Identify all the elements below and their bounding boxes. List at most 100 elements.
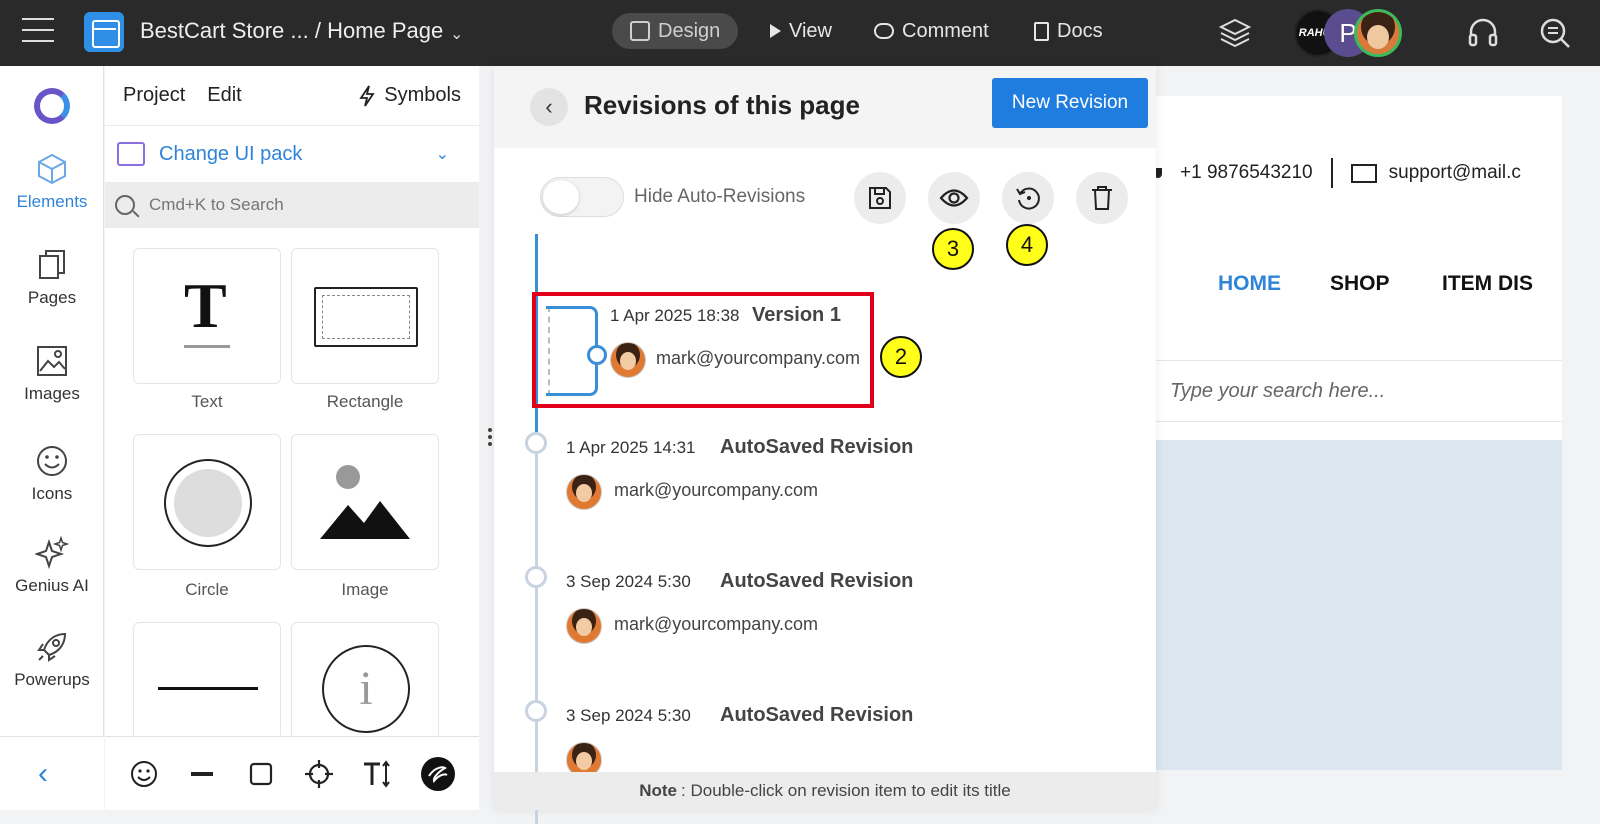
layers-icon[interactable]: [1218, 16, 1252, 50]
brand-logo-icon: [34, 88, 70, 124]
headset-icon[interactable]: [1466, 16, 1500, 50]
element-tile-text[interactable]: T: [133, 248, 281, 384]
text-tool-icon[interactable]: [361, 758, 393, 790]
element-tile-line[interactable]: [133, 622, 281, 740]
nav-shop[interactable]: SHOP: [1330, 272, 1390, 296]
element-tile-image[interactable]: [291, 434, 439, 570]
cube-icon: [38, 153, 66, 185]
rail-collapse: ‹: [0, 736, 104, 810]
nav-item-dis[interactable]: ITEM DIS: [1442, 272, 1533, 296]
tab-view[interactable]: View: [752, 13, 850, 49]
left-rail: Elements Pages Images Icons Genius AI Po…: [0, 66, 104, 810]
panel-resize-handle[interactable]: [488, 428, 493, 450]
element-tile-info[interactable]: i: [291, 622, 439, 740]
tab-view-label: View: [789, 19, 832, 42]
line-tool-icon[interactable]: [186, 758, 218, 790]
restore-icon: [1016, 187, 1040, 210]
trash-icon: [1092, 186, 1112, 210]
rectangle-tool-icon[interactable]: [245, 758, 277, 790]
rail-item-label: Images: [24, 384, 80, 403]
rail-item-genius-ai[interactable]: Genius AI: [0, 536, 104, 596]
ui-pack-icon: [117, 142, 145, 166]
collapse-chevron-icon[interactable]: ‹: [38, 757, 48, 791]
app-logo-icon[interactable]: [84, 12, 124, 52]
document-icon: [1034, 21, 1049, 41]
element-search: [105, 182, 479, 228]
note-text: : Double-click on revision item to edit …: [681, 781, 1011, 800]
new-revision-button[interactable]: New Revision: [992, 78, 1148, 128]
hide-auto-revisions-label: Hide Auto-Revisions: [634, 186, 806, 207]
tool-bar: [105, 736, 479, 810]
back-button[interactable]: ‹: [530, 88, 568, 126]
menu-project[interactable]: Project: [123, 84, 185, 107]
save-revision-button[interactable]: [854, 172, 906, 224]
info-glyph: i: [359, 662, 373, 715]
search-menu-icon[interactable]: [1538, 16, 1572, 50]
circle-shape-icon: [164, 459, 252, 547]
design-icon: [630, 21, 650, 41]
rail-item-images[interactable]: Images: [0, 344, 104, 404]
smiley-icon: [37, 446, 67, 476]
change-ui-pack[interactable]: Change UI pack ⌄: [105, 126, 479, 182]
chevron-down-icon[interactable]: ⌄: [450, 24, 463, 44]
phone-icon: [1156, 168, 1162, 178]
tab-docs[interactable]: Docs: [1016, 13, 1121, 49]
tab-design[interactable]: Design: [612, 13, 739, 49]
search-input[interactable]: [149, 195, 429, 215]
collaborator-avatars[interactable]: RAHUL P: [1294, 9, 1424, 57]
rail-item-icons[interactable]: Icons: [0, 444, 104, 504]
rail-item-pages[interactable]: Pages: [0, 248, 104, 308]
menu-edit[interactable]: Edit: [207, 84, 241, 107]
restore-revision-button[interactable]: [1002, 172, 1054, 224]
tab-comment[interactable]: Comment: [856, 13, 1007, 49]
line-shape-icon: [158, 687, 258, 690]
pages-icon: [39, 250, 65, 279]
revision-title[interactable]: AutoSaved Revision: [720, 704, 913, 727]
tile-label: Text: [191, 392, 223, 411]
revisions-title: Revisions of this page: [584, 90, 860, 120]
crosshair-tool-icon[interactable]: [303, 758, 335, 790]
revision-user: mark@yourcompany.com: [614, 480, 818, 500]
tab-docs-label: Docs: [1057, 19, 1103, 42]
rail-item-elements[interactable]: Elements: [0, 152, 104, 212]
hide-auto-revisions-toggle[interactable]: [540, 177, 624, 217]
rail-item-label: Icons: [31, 484, 73, 503]
rail-item-label: Genius AI: [15, 576, 89, 595]
element-tile-rectangle[interactable]: [291, 248, 439, 384]
top-bar: BestCart Store ... / Home Page ⌄ Design …: [0, 0, 1600, 66]
revision-title[interactable]: AutoSaved Revision: [720, 436, 913, 459]
elements-panel: Project Edit Symbols Change UI pack ⌄ T …: [105, 66, 479, 740]
revisions-panel: ‹ Revisions of this page New Revision Hi…: [494, 66, 1156, 824]
comment-icon: [874, 23, 894, 39]
sketch-tool-icon[interactable]: [420, 756, 456, 792]
preview-revision-button[interactable]: [928, 172, 980, 224]
step-badge-2: 2: [880, 336, 922, 378]
symbols-button[interactable]: Symbols: [358, 84, 461, 107]
nav-home[interactable]: HOME: [1218, 272, 1281, 296]
timeline-dot: [525, 700, 547, 722]
element-tile-circle[interactable]: [133, 434, 281, 570]
emoji-tool-icon[interactable]: [128, 758, 160, 790]
delete-revision-button[interactable]: [1076, 172, 1128, 224]
phone-number: +1 9876543210: [1180, 162, 1313, 183]
selected-revision-item[interactable]: [532, 292, 874, 408]
project-title[interactable]: BestCart Store ... / Home Page: [140, 18, 443, 44]
avatar[interactable]: [1354, 9, 1402, 57]
revision-date: 1 Apr 2025 14:31: [566, 438, 696, 457]
sparkle-icon: [35, 536, 69, 570]
revision-title[interactable]: AutoSaved Revision: [720, 570, 913, 593]
search-icon: [115, 195, 135, 215]
revision-date: 3 Sep 2024 5:30: [566, 572, 691, 591]
tile-label: Circle: [185, 580, 229, 599]
symbols-label: Symbols: [384, 84, 461, 106]
canvas-search-bar[interactable]: Type your search here...: [1156, 360, 1562, 422]
lightning-icon: [359, 85, 375, 106]
tab-design-label: Design: [658, 19, 721, 42]
page-canvas-preview[interactable]: +1 9876543210 support@mail.c HOME SHOP I…: [1156, 96, 1562, 770]
hamburger-menu-icon[interactable]: [22, 18, 54, 44]
rail-item-powerups[interactable]: Powerups: [0, 630, 104, 690]
save-icon: [869, 187, 891, 209]
support-email: support@mail.c: [1388, 162, 1521, 183]
hero-banner: [1156, 440, 1562, 770]
rail-item-label: Pages: [27, 288, 77, 307]
